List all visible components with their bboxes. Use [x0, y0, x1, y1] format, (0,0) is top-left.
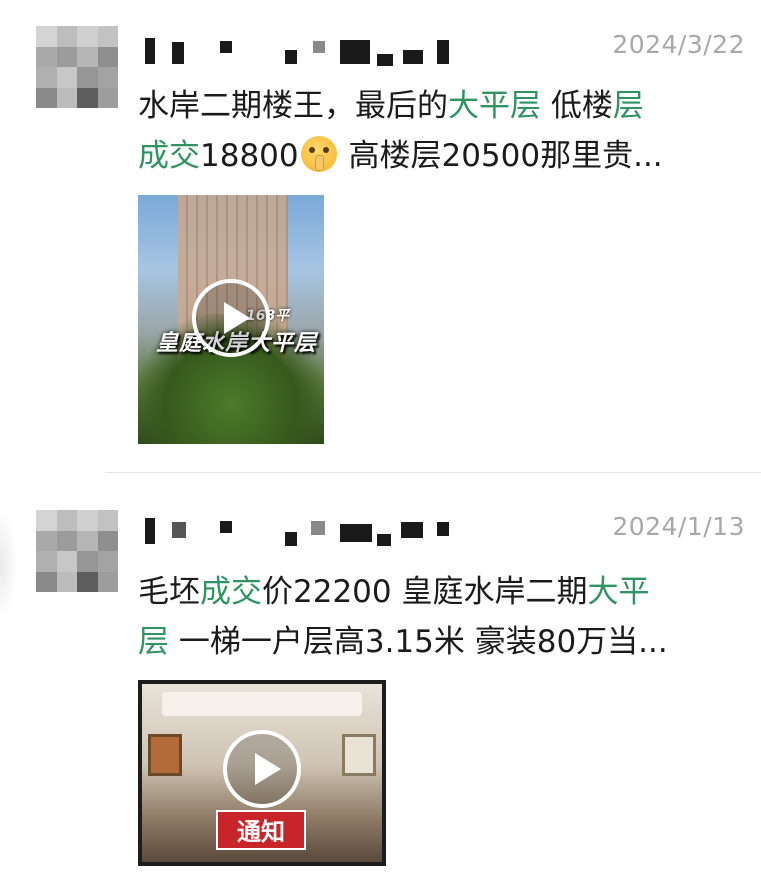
wall-painting-image	[148, 734, 182, 776]
avatar[interactable]	[36, 510, 118, 592]
text-segment: 毛坯	[138, 574, 200, 610]
post-date: 2024/3/22	[612, 30, 745, 59]
ceiling-image	[162, 692, 362, 716]
text-segment: 18800	[200, 138, 299, 174]
text-segment: 价22200 皇庭水岸二期	[262, 574, 588, 610]
video-thumbnail[interactable]: 通知	[138, 680, 386, 866]
highlighted-keyword[interactable]: 大平层	[448, 88, 541, 124]
play-icon[interactable]	[223, 730, 301, 808]
play-icon[interactable]	[192, 279, 270, 357]
text-segment: 一梯一户层高3.15米 豪装80万当...	[169, 624, 668, 660]
post-item[interactable]: 2024/3/22 水岸二期楼王，最后的大平层 低楼层 成交18800 高楼层2…	[0, 0, 761, 472]
post-item[interactable]: 2024/1/13 毛坯成交价22200 皇庭水岸二期大平 层 一梯一户层高3.…	[0, 474, 761, 883]
text-segment: 高楼层20500那里贵...	[338, 138, 663, 174]
text-segment: 低楼	[541, 88, 613, 124]
post-text[interactable]: 水岸二期楼王，最后的大平层 低楼层 成交18800 高楼层20500那里贵...	[138, 81, 738, 181]
highlighted-keyword[interactable]: 成交	[200, 574, 262, 610]
text-segment: 水岸二期楼王，最后的	[138, 88, 448, 124]
post-date: 2024/1/13	[612, 512, 745, 541]
shushing-face-icon	[300, 136, 337, 172]
wall-painting-image	[342, 734, 376, 776]
post-text[interactable]: 毛坯成交价22200 皇庭水岸二期大平 层 一梯一户层高3.15米 豪装80万当…	[138, 567, 738, 667]
avatar[interactable]	[36, 26, 118, 108]
notice-banner: 通知	[216, 810, 306, 850]
post-divider	[105, 472, 761, 473]
video-thumbnail[interactable]: 168平 皇庭水岸大平层	[138, 195, 324, 444]
